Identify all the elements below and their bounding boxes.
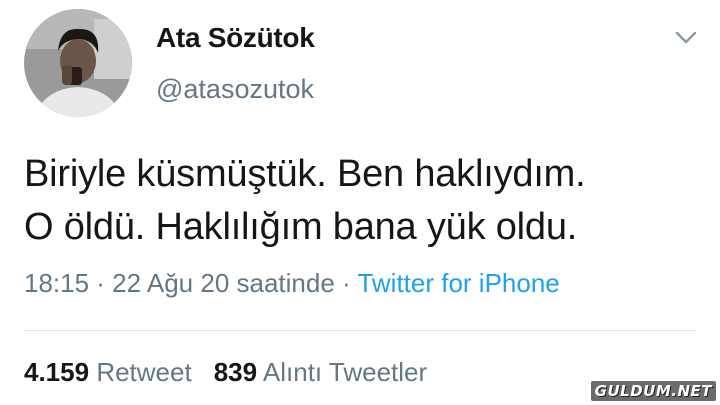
tweet-text-line: Biriyle küsmüştük. Ben haklıydım. <box>24 153 586 195</box>
watermark: GULDUM.NET <box>590 381 716 401</box>
quotes-label: Alıntı Tweetler <box>262 357 428 387</box>
tweet-text-line: O öldü. Haklılığım bana yük oldu. <box>24 206 578 248</box>
quotes-count: 839 <box>213 357 258 387</box>
avatar[interactable] <box>24 9 132 117</box>
retweets-count: 4.159 <box>24 357 90 387</box>
tweet-text: Biriyle küsmüştük. Ben haklıydım. O öldü… <box>24 148 704 254</box>
author-name[interactable]: Ata Sözütok <box>156 22 315 54</box>
author-handle[interactable]: @atasozutok <box>156 74 314 105</box>
avatar-photo <box>24 9 132 117</box>
tweet-card: Ata Sözütok @atasozutok Biriyle küsmüştü… <box>0 0 720 405</box>
tweet-timestamp[interactable]: 18:15 · 22 Ağu 20 saatinde <box>24 268 335 298</box>
retweets-label: Retweet <box>96 357 192 387</box>
tweet-source-link[interactable]: Twitter for iPhone <box>357 268 559 298</box>
tweet-meta: 18:15 · 22 Ağu 20 saatinde · Twitter for… <box>24 268 560 299</box>
tweet-stats: 4.159 Retweet 839 Alıntı Tweetler <box>24 357 427 388</box>
quotes-stat[interactable]: 839 Alıntı Tweetler <box>214 357 427 387</box>
retweets-stat[interactable]: 4.159 Retweet <box>24 357 192 387</box>
divider <box>24 330 696 331</box>
meta-separator: · <box>334 268 358 298</box>
chevron-down-icon[interactable] <box>674 30 698 46</box>
